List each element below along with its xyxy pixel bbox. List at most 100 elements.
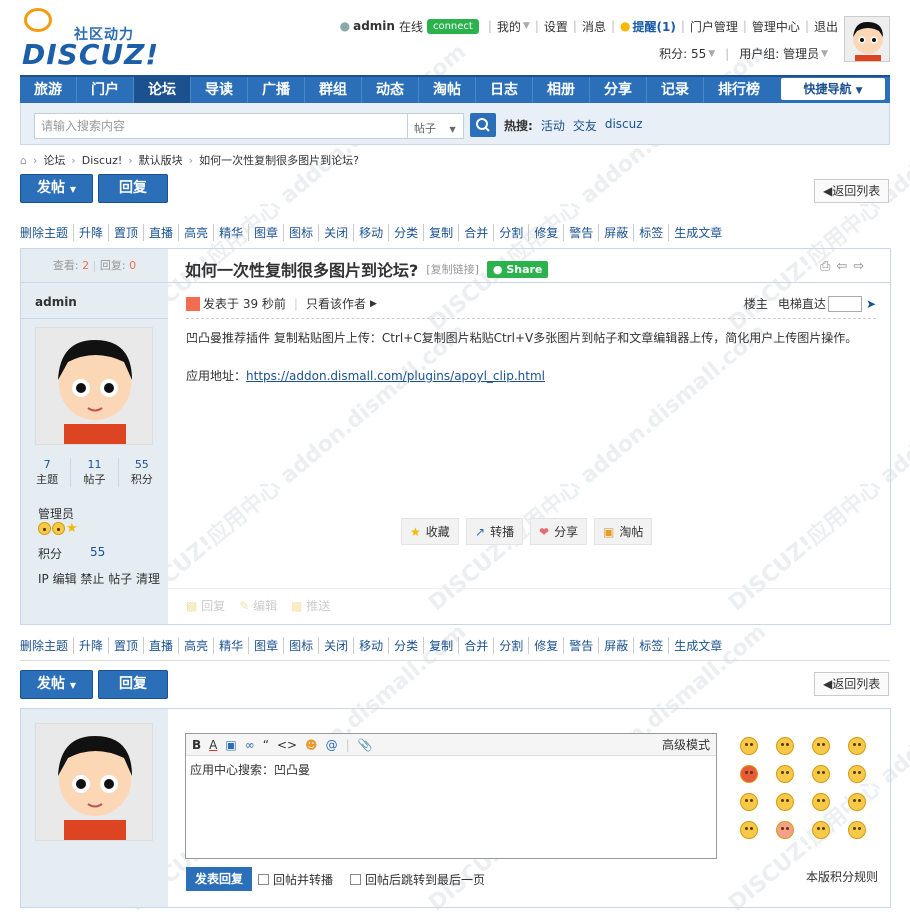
- nav-item-collection[interactable]: 淘帖: [419, 77, 476, 103]
- print-icon[interactable]: ⎙: [820, 259, 830, 274]
- mod-action[interactable]: 精华: [213, 637, 248, 654]
- repost-button[interactable]: ↗ 转播: [466, 518, 524, 545]
- mod-action[interactable]: 标签: [633, 224, 668, 241]
- smiley-icon[interactable]: [848, 737, 866, 755]
- mod-action[interactable]: 升降: [73, 224, 108, 241]
- mod-action[interactable]: 升降: [73, 637, 108, 654]
- back-to-list-button[interactable]: ◀返回列表: [814, 179, 890, 203]
- site-logo[interactable]: 社区动力 DISCUZ!: [20, 8, 158, 71]
- mod-action[interactable]: 屏蔽: [598, 224, 633, 241]
- nav-item-travel[interactable]: 旅游: [20, 77, 77, 103]
- nav-item-feed[interactable]: 动态: [362, 77, 419, 103]
- editor-content[interactable]: 应用中心搜索：凹凸曼: [190, 761, 310, 778]
- copy-link[interactable]: [复制链接]: [426, 261, 479, 277]
- search-type-select[interactable]: 帖子 ▼: [408, 113, 464, 139]
- mod-action[interactable]: 生成文章: [668, 224, 727, 241]
- mod-action[interactable]: 分割: [493, 637, 528, 654]
- reply-button[interactable]: 回复: [98, 174, 168, 203]
- smiley-icon[interactable]: [776, 737, 794, 755]
- mod-action[interactable]: 删除主题: [20, 637, 73, 654]
- mod-action[interactable]: 高亮: [178, 224, 213, 241]
- smiley-icon[interactable]: [776, 821, 794, 839]
- repost-checkbox[interactable]: 回帖并转播: [258, 871, 333, 888]
- mod-action[interactable]: 分类: [388, 224, 423, 241]
- credits-menu[interactable]: 积分: 55: [659, 45, 706, 62]
- author-name[interactable]: admin: [35, 295, 77, 309]
- mod-action[interactable]: 移动: [353, 224, 388, 241]
- mod-action[interactable]: 警告: [563, 637, 598, 654]
- mod-action[interactable]: 直播: [143, 637, 178, 654]
- smiley-icon[interactable]: [848, 765, 866, 783]
- nav-item-portal[interactable]: 门户: [77, 77, 134, 103]
- mod-action[interactable]: 分割: [493, 224, 528, 241]
- mod-action[interactable]: 合并: [458, 224, 493, 241]
- mod-action[interactable]: 图标: [283, 224, 318, 241]
- mod-action[interactable]: 警告: [563, 224, 598, 241]
- logout-link[interactable]: 退出: [814, 18, 838, 35]
- mod-action[interactable]: 图章: [248, 224, 283, 241]
- nav-item-groups[interactable]: 群组: [305, 77, 362, 103]
- quote-icon[interactable]: “: [263, 738, 269, 752]
- edit-post-button[interactable]: ✎ 编辑: [239, 597, 277, 614]
- link-icon[interactable]: ∞: [245, 738, 255, 752]
- nav-item-broadcast[interactable]: 广播: [248, 77, 305, 103]
- reply-avatar[interactable]: [35, 723, 153, 841]
- breadcrumb-item[interactable]: 论坛: [43, 152, 65, 168]
- nav-item-forum[interactable]: 论坛: [134, 77, 191, 103]
- mod-action[interactable]: 关闭: [318, 637, 353, 654]
- mod-action[interactable]: 合并: [458, 637, 493, 654]
- mod-action[interactable]: 分类: [388, 637, 423, 654]
- breadcrumb-item[interactable]: 如何一次性复制很多图片到论坛?: [199, 152, 359, 168]
- collect-button[interactable]: ▣ 淘帖: [594, 518, 653, 545]
- nav-item-share[interactable]: 分享: [590, 77, 647, 103]
- admin-links[interactable]: IP 编辑 禁止 帖子 清理: [38, 570, 160, 587]
- attachment-icon[interactable]: 📎: [358, 738, 373, 752]
- elevator-input[interactable]: [827, 295, 862, 312]
- mod-action[interactable]: 置顶: [108, 637, 143, 654]
- smiley-icon[interactable]: [848, 821, 866, 839]
- mod-action[interactable]: 移动: [353, 637, 388, 654]
- stat-topics[interactable]: 7 主题: [24, 458, 72, 487]
- smiley-icon[interactable]: [776, 793, 794, 811]
- post-body-link[interactable]: https://addon.dismall.com/plugins/apoyl_…: [246, 369, 545, 383]
- hot-search-item[interactable]: 交友: [573, 117, 597, 134]
- nav-item-guide[interactable]: 导读: [191, 77, 248, 103]
- breadcrumb-item[interactable]: Discuz!: [82, 154, 122, 167]
- connect-button[interactable]: connect: [426, 18, 479, 34]
- hot-search-item[interactable]: 活动: [541, 117, 565, 134]
- search-input[interactable]: 请输入搜索内容: [34, 113, 408, 139]
- new-post-button[interactable]: 发帖 ▼: [20, 174, 93, 203]
- home-icon[interactable]: ⌂: [20, 154, 27, 167]
- smiley-icon[interactable]: [740, 737, 758, 755]
- share-post-button[interactable]: ❤ 分享: [530, 518, 588, 545]
- new-post-button[interactable]: 发帖 ▼: [20, 670, 93, 699]
- remind-link[interactable]: 提醒(1): [632, 18, 675, 35]
- usergroup-menu[interactable]: 用户组: 管理员: [739, 45, 819, 62]
- mod-action[interactable]: 复制: [423, 637, 458, 654]
- image-icon[interactable]: ▣: [225, 738, 236, 752]
- avatar[interactable]: [844, 16, 890, 62]
- smiley-icon[interactable]: [740, 793, 758, 811]
- submit-reply-button[interactable]: 发表回复: [186, 867, 252, 891]
- smiley-icon[interactable]: [812, 821, 830, 839]
- settings-link[interactable]: 设置: [544, 18, 568, 35]
- prev-thread-icon[interactable]: ⇦: [836, 259, 847, 274]
- nav-item-blog[interactable]: 日志: [476, 77, 533, 103]
- mod-action[interactable]: 直播: [143, 224, 178, 241]
- advanced-mode-link[interactable]: 高级模式: [662, 736, 710, 753]
- elevator-go-icon[interactable]: ➤: [866, 297, 876, 311]
- mod-action[interactable]: 复制: [423, 224, 458, 241]
- nav-item-album[interactable]: 相册: [533, 77, 590, 103]
- bold-icon[interactable]: B: [192, 738, 201, 752]
- reply-post-button[interactable]: ▩ 回复: [186, 597, 225, 614]
- hot-search-item[interactable]: discuz: [605, 117, 643, 134]
- share-button[interactable]: ● Share: [486, 260, 549, 278]
- font-color-icon[interactable]: A: [209, 738, 217, 752]
- portal-admin-link[interactable]: 门户管理: [690, 18, 738, 35]
- smiley-icon[interactable]: [812, 793, 830, 811]
- messages-link[interactable]: 消息: [582, 18, 606, 35]
- stat-credits[interactable]: 55 积分: [119, 458, 165, 487]
- code-icon[interactable]: <>: [277, 738, 297, 752]
- mod-action[interactable]: 标签: [633, 637, 668, 654]
- smiley-icon[interactable]: [848, 793, 866, 811]
